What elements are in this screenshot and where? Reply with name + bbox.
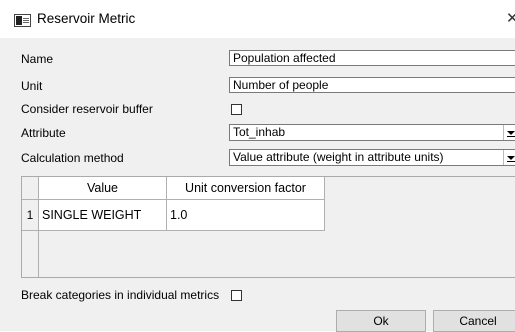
close-icon[interactable]: ✕ <box>506 9 515 27</box>
attribute-select-value: Tot_inhab <box>233 125 286 139</box>
unit-field[interactable]: Number of people <box>229 77 515 93</box>
attribute-select[interactable]: Tot_inhab <box>229 124 515 141</box>
table-cell-value[interactable]: SINGLE WEIGHT <box>39 200 167 231</box>
metric-values-table[interactable]: Value Unit conversion factor 1 SINGLE WE… <box>21 176 515 278</box>
cancel-button[interactable]: Cancel <box>433 310 515 332</box>
column-header-unit-conversion-factor[interactable]: Unit conversion factor <box>167 177 325 200</box>
ok-button[interactable]: Ok <box>336 310 426 332</box>
table-cell-factor[interactable]: 1.0 <box>167 200 325 231</box>
row-header-empty <box>22 231 39 277</box>
table-corner[interactable] <box>22 177 39 200</box>
chevron-down-icon[interactable] <box>503 150 515 165</box>
window-title: Reservoir Metric <box>37 11 136 26</box>
dialog-body: Name Population affected Unit Number of … <box>0 38 515 332</box>
break-categories-checkbox[interactable] <box>231 290 242 301</box>
row-header[interactable]: 1 <box>22 200 39 231</box>
calculation-method-select[interactable]: Value attribute (weight in attribute uni… <box>229 149 515 166</box>
app-window-icon <box>14 14 31 27</box>
column-header-value[interactable]: Value <box>39 177 167 200</box>
unit-label: Unit <box>21 79 43 93</box>
title-bar: Reservoir Metric ✕ <box>0 0 515 38</box>
chevron-down-icon[interactable] <box>503 125 515 140</box>
calculation-method-value: Value attribute (weight in attribute uni… <box>233 150 444 164</box>
name-label: Name <box>21 52 54 66</box>
name-field[interactable]: Population affected <box>229 50 515 66</box>
reservoir-buffer-checkbox[interactable] <box>231 104 242 115</box>
calculation-method-label: Calculation method <box>21 151 124 165</box>
attribute-label: Attribute <box>21 126 66 140</box>
reservoir-buffer-label: Consider reservoir buffer <box>21 102 153 116</box>
break-categories-label: Break categories in individual metrics <box>21 288 220 302</box>
